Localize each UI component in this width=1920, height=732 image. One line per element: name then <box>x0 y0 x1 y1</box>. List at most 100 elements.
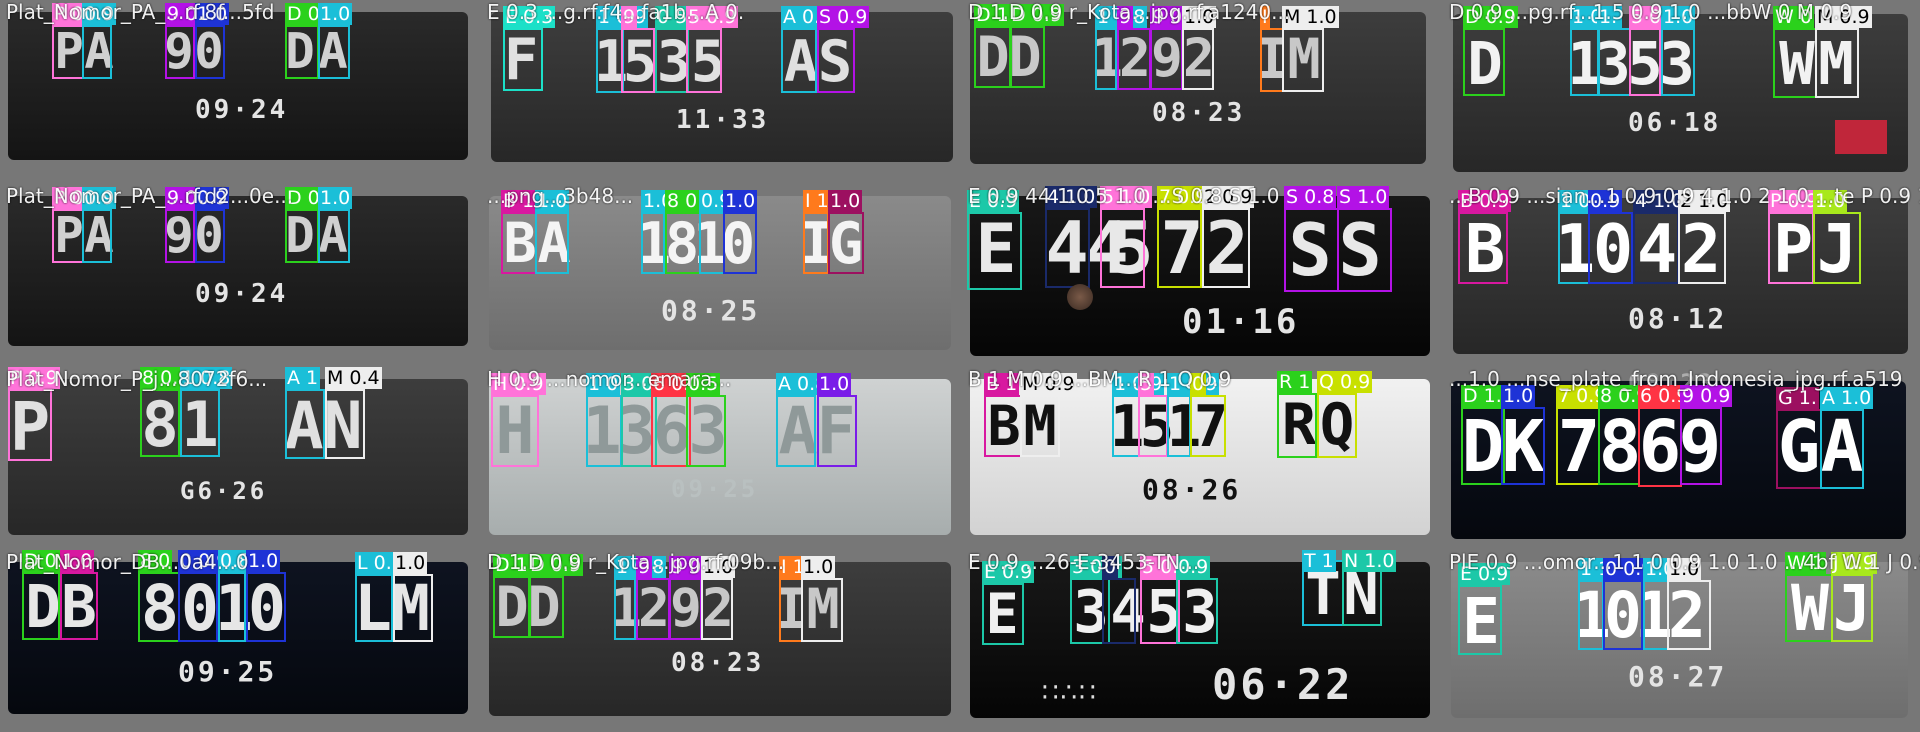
detection-box <box>140 389 180 457</box>
tile-1: P A 9 0 D A 09·24 P 0.9 0.9 9 0.9 1.0 D 0.9 1.0 Plat_… <box>0 0 479 182</box>
tile-3: DD1292IM08·23D 1.D 0.91 0.899 0.91.0IM 1… <box>962 0 1441 182</box>
detection-label: A 1 <box>285 367 321 389</box>
detection-box <box>779 578 803 642</box>
detection-label: M 1.0 <box>1282 6 1339 28</box>
detection-box <box>138 572 180 642</box>
detection-box <box>528 576 564 638</box>
plate-expiry-date: 08·23 <box>1152 98 1246 128</box>
detection-box <box>195 25 225 79</box>
detection-box <box>325 389 365 459</box>
detection-box <box>817 28 855 93</box>
detection-box <box>1190 395 1226 457</box>
detection-box <box>1813 212 1861 284</box>
detection-box <box>1597 28 1631 96</box>
detection-box <box>1598 407 1640 485</box>
detection-label: M 0.4 <box>325 367 382 389</box>
detection-box <box>1678 212 1726 284</box>
detection-box <box>984 395 1022 457</box>
detection-box <box>1112 395 1140 457</box>
detection-box <box>195 209 225 263</box>
detection-box <box>1277 393 1317 458</box>
sticker-icon <box>1835 120 1887 154</box>
detection-box <box>1556 407 1600 485</box>
detection-box <box>1337 208 1392 292</box>
detection-box <box>52 25 84 79</box>
detection-label: A 0. <box>781 6 823 28</box>
detection-box <box>1578 580 1604 650</box>
detection-box <box>1785 574 1833 642</box>
detection-label: 1.0 <box>828 190 863 212</box>
detection-box <box>1282 28 1324 92</box>
detection-box <box>655 28 689 93</box>
detection-box <box>621 28 655 93</box>
detection-box <box>22 572 60 640</box>
detection-box <box>246 572 286 642</box>
detection-box <box>1638 407 1682 487</box>
tile-16: E 1 0 1 2 W J 08·27 E 0.9 1 10 0.9 1.0 1.0 W 1J 0.9 P… <box>1443 550 1920 732</box>
image-filename: ...1.0 ...nse_plate_from_Indonesia_jpg.r… <box>1449 367 1903 391</box>
plate-frame-emblem-icon: ∷∴∷ <box>1042 678 1098 708</box>
detection-label: R 1 <box>1277 371 1313 393</box>
detection-box <box>1643 580 1669 650</box>
detection-box <box>665 212 701 274</box>
detection-box <box>285 389 325 459</box>
plate-expiry-date: 11·33 <box>676 105 770 135</box>
tile-6: B A 1 8 1 0 I G 08·25 B 1.0 1.0 1.0 8 0.9 0.9 1.0 I 1.0… <box>481 184 960 365</box>
detection-box <box>1138 395 1168 457</box>
detection-box <box>318 25 350 79</box>
detection-box <box>1095 28 1117 90</box>
detection-box <box>180 389 220 457</box>
detection-label: 1.0 <box>723 190 758 212</box>
detection-box <box>723 212 757 274</box>
plate-expiry-date: 09·24 <box>195 95 289 125</box>
detection-box <box>285 209 319 263</box>
detection-box <box>535 212 569 274</box>
detection-box <box>1570 28 1600 96</box>
detection-box <box>1776 409 1822 489</box>
tile-11: BM1517RQ08·26B 1M 0.91 0.951 0.90R 1Q 0.… <box>962 367 1441 548</box>
detection-box <box>1260 28 1284 92</box>
detection-box <box>803 212 829 274</box>
tile-14: DD1292IM08·23D 1.D 0.91 0.899 0.91.0I 1.… <box>481 550 960 732</box>
detection-box <box>165 209 195 263</box>
detection-box <box>701 578 733 640</box>
detection-box <box>1140 578 1180 644</box>
detection-box <box>686 28 722 93</box>
tile-13: D B 8 0 1 0 L M 09·25 D 0.9 1.0 8 00 0.9 0.8 1.0 L 0.7… <box>0 550 479 732</box>
license-plate <box>8 379 468 535</box>
detection-box <box>1680 407 1722 485</box>
detection-box <box>8 389 52 461</box>
detection-label: 1.0 <box>246 550 281 572</box>
detection-box <box>178 572 218 642</box>
detection-box <box>828 212 864 274</box>
detection-label: Q 0.9 <box>1317 371 1373 393</box>
detection-box <box>1100 208 1145 288</box>
detection-box <box>1820 409 1864 489</box>
detection-box <box>1461 407 1505 485</box>
detection-box <box>501 212 537 274</box>
detection-label: 1.0 <box>393 552 428 574</box>
detection-box <box>82 25 112 79</box>
detection-box <box>1020 395 1060 457</box>
detection-box <box>318 209 350 263</box>
detection-box <box>1167 395 1191 457</box>
detection-box <box>1458 585 1502 655</box>
plate-expiry-date: 08·26 <box>1142 473 1242 506</box>
image-filename: D 0.9 ...pg.rf...1.5 0.9 1.0 ...bbW 0 M … <box>1449 0 1853 24</box>
detection-box <box>699 212 725 274</box>
detection-box <box>1009 26 1045 88</box>
image-filename: E 0.3 ...g.rf.f4...fa1b...A 0. <box>487 0 745 24</box>
detection-box <box>1117 28 1151 90</box>
image-filename: PlE 0.9 ...omor...1 1 0 0.9 1.0 1.0 ...4… <box>1449 550 1920 574</box>
plate-expiry-date: 08·25 <box>661 294 761 327</box>
detection-box <box>1284 208 1339 292</box>
detection-box <box>1831 574 1873 642</box>
image-filename: E 0.9 44 1.0 5 1.0 ...S 0.8 S 1.0 <box>968 184 1280 208</box>
detection-label: T 1 <box>1302 550 1336 572</box>
detection-box <box>218 572 246 642</box>
tile-4: D1353WM06·18D 0.91 0.91.5 0.91.0W 0M 0.9… <box>1443 0 1920 182</box>
bolt-icon <box>1067 284 1093 310</box>
detection-box <box>393 574 433 642</box>
tile-12: D K 7 8 6 9 G A 08·23 D 1.0 1.0 7 0.9 8 0.9 6 0.9 9 0.… <box>1443 367 1920 548</box>
detection-box <box>641 212 665 274</box>
